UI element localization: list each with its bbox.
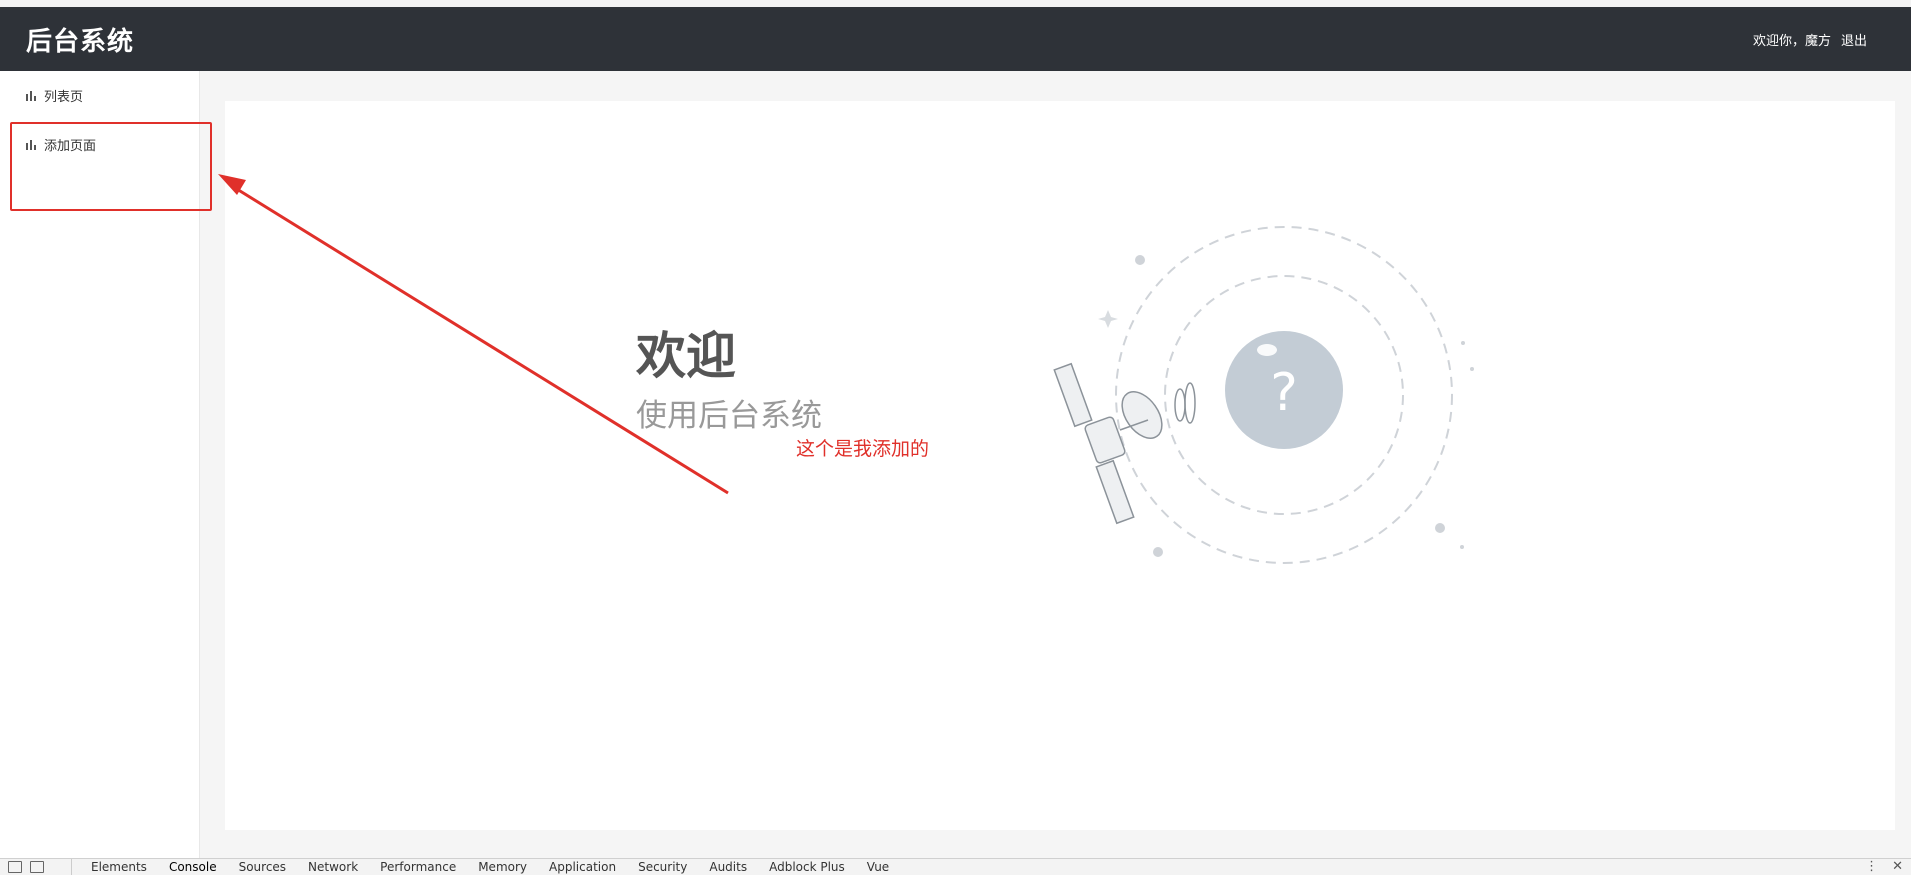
- devtools-icons: [0, 859, 72, 875]
- devtools-tab-sources[interactable]: Sources: [228, 860, 297, 874]
- devtools-actions: ⋮ ✕: [1865, 859, 1903, 874]
- satellite-illustration: ?: [1053, 226, 1474, 564]
- close-icon[interactable]: ✕: [1892, 859, 1903, 874]
- devtools-tab-security[interactable]: Security: [627, 860, 698, 874]
- annotation-text: 这个是我添加的: [796, 438, 930, 460]
- user-area: 欢迎你，魔方 退出: [1753, 30, 1867, 49]
- devtools-bar: Elements Console Sources Network Performance…: [0, 858, 1911, 875]
- app-header: 后台系统 欢迎你，魔方 退出: [0, 7, 1911, 71]
- sidebar-item-label: 列表页: [44, 90, 84, 105]
- devtools-tab-network[interactable]: Network: [297, 860, 369, 874]
- annotation-highlight-box: [10, 122, 212, 211]
- browser-top-strip: [0, 0, 1911, 7]
- devtools-tab-audits[interactable]: Audits: [698, 860, 758, 874]
- devtools-tab-memory[interactable]: Memory: [467, 860, 538, 874]
- device-toggle-icon[interactable]: [30, 861, 44, 873]
- devtools-tabs: Elements Console Sources Network Performance…: [72, 860, 900, 874]
- devtools-tab-vue[interactable]: Vue: [856, 860, 900, 874]
- devtools-tab-elements[interactable]: Elements: [80, 860, 158, 874]
- logout-link[interactable]: 退出: [1841, 30, 1867, 49]
- devtools-tab-console[interactable]: Console: [158, 860, 228, 874]
- welcome-title: 欢迎: [636, 327, 736, 385]
- welcome-subtitle: 使用后台系统: [636, 398, 822, 434]
- devtools-tab-application[interactable]: Application: [538, 860, 627, 874]
- sidebar-item-list[interactable]: 列表页: [0, 71, 199, 120]
- more-options-icon[interactable]: ⋮: [1865, 859, 1878, 874]
- devtools-tab-performance[interactable]: Performance: [369, 860, 467, 874]
- svg-text:?: ?: [1270, 363, 1298, 423]
- bar-chart-icon: [26, 90, 36, 101]
- inspect-icon[interactable]: [8, 861, 22, 873]
- welcome-user-text: 欢迎你，魔方: [1752, 34, 1831, 49]
- devtools-tab-adblock-plus[interactable]: Adblock Plus: [758, 860, 856, 874]
- brand-title: 后台系统: [26, 27, 135, 57]
